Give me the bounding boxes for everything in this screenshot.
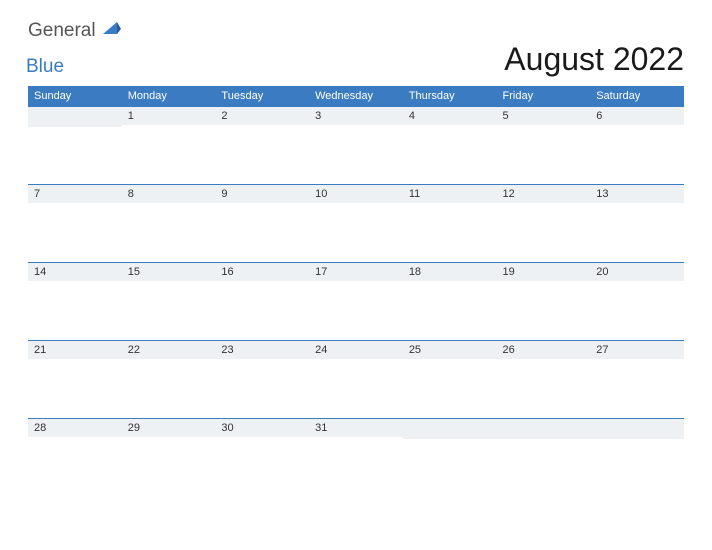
- date-cell: 20: [590, 263, 684, 341]
- date-cell: 15: [122, 263, 216, 341]
- date-cell: 3: [309, 107, 403, 185]
- weekday-header-row: Sunday Monday Tuesday Wednesday Thursday…: [28, 86, 684, 107]
- date-number: 15: [122, 263, 216, 281]
- date-number: [28, 107, 122, 127]
- date-number: 7: [28, 185, 122, 203]
- date-number: 17: [309, 263, 403, 281]
- date-number: 9: [215, 185, 309, 203]
- date-number: 31: [309, 419, 403, 437]
- date-cell: [403, 419, 497, 497]
- date-cell: 12: [497, 185, 591, 263]
- date-number: 23: [215, 341, 309, 359]
- date-number: 12: [497, 185, 591, 203]
- brand-word-1: General: [28, 20, 96, 41]
- date-number: 27: [590, 341, 684, 359]
- header: General Blue August 2022: [28, 28, 684, 78]
- date-cell: 4: [403, 107, 497, 185]
- weekday-header: Sunday: [28, 86, 122, 107]
- date-number: 19: [497, 263, 591, 281]
- date-cell: 16: [215, 263, 309, 341]
- date-number: 16: [215, 263, 309, 281]
- date-number: 13: [590, 185, 684, 203]
- date-number: 6: [590, 107, 684, 125]
- date-number: 30: [215, 419, 309, 437]
- date-cell: [497, 419, 591, 497]
- date-cell: 23: [215, 341, 309, 419]
- date-cell: 28: [28, 419, 122, 497]
- date-number: 21: [28, 341, 122, 359]
- date-number: [497, 419, 591, 439]
- calendar-week-row: 1 2 3 4 5 6: [28, 107, 684, 185]
- date-number: 3: [309, 107, 403, 125]
- date-cell: 17: [309, 263, 403, 341]
- date-number: 11: [403, 185, 497, 203]
- date-number: [590, 419, 684, 439]
- calendar-week-row: 14 15 16 17 18 19 20: [28, 263, 684, 341]
- date-cell: 21: [28, 341, 122, 419]
- date-number: 26: [497, 341, 591, 359]
- date-cell: 10: [309, 185, 403, 263]
- weekday-header: Monday: [122, 86, 216, 107]
- date-number: 22: [122, 341, 216, 359]
- weekday-header: Friday: [497, 86, 591, 107]
- brand-logo: General Blue: [28, 20, 121, 78]
- date-cell: 2: [215, 107, 309, 185]
- date-number: 20: [590, 263, 684, 281]
- date-cell: 8: [122, 185, 216, 263]
- date-number: 10: [309, 185, 403, 203]
- weekday-header: Tuesday: [215, 86, 309, 107]
- date-cell: [590, 419, 684, 497]
- brand-word-2: Blue: [26, 56, 121, 78]
- date-cell: 7: [28, 185, 122, 263]
- logo-triangle-icon: [103, 22, 121, 41]
- date-cell: 11: [403, 185, 497, 263]
- date-number: 4: [403, 107, 497, 125]
- date-cell: 29: [122, 419, 216, 497]
- date-cell: 18: [403, 263, 497, 341]
- date-cell: 9: [215, 185, 309, 263]
- weekday-header: Thursday: [403, 86, 497, 107]
- calendar-week-row: 7 8 9 10 11 12 13: [28, 185, 684, 263]
- date-cell: 26: [497, 341, 591, 419]
- date-cell: 5: [497, 107, 591, 185]
- date-number: [403, 419, 497, 439]
- date-cell: 1: [122, 107, 216, 185]
- date-number: 8: [122, 185, 216, 203]
- date-number: 1: [122, 107, 216, 125]
- weekday-header: Saturday: [590, 86, 684, 107]
- calendar-week-row: 28 29 30 31: [28, 419, 684, 497]
- date-number: 24: [309, 341, 403, 359]
- date-number: 25: [403, 341, 497, 359]
- calendar-body: 1 2 3 4 5 6 7 8 9 10 11 12 13 14 15 16 1…: [28, 107, 684, 497]
- date-cell: 14: [28, 263, 122, 341]
- calendar-grid: Sunday Monday Tuesday Wednesday Thursday…: [28, 86, 684, 497]
- date-cell: 13: [590, 185, 684, 263]
- date-cell: 27: [590, 341, 684, 419]
- date-number: 18: [403, 263, 497, 281]
- date-number: 14: [28, 263, 122, 281]
- date-number: 5: [497, 107, 591, 125]
- date-cell: [28, 107, 122, 185]
- date-cell: 30: [215, 419, 309, 497]
- date-cell: 24: [309, 341, 403, 419]
- date-number: 2: [215, 107, 309, 125]
- date-cell: 31: [309, 419, 403, 497]
- calendar-title: August 2022: [504, 41, 684, 78]
- weekday-header: Wednesday: [309, 86, 403, 107]
- date-cell: 22: [122, 341, 216, 419]
- date-number: 28: [28, 419, 122, 437]
- date-number: 29: [122, 419, 216, 437]
- date-cell: 19: [497, 263, 591, 341]
- date-cell: 6: [590, 107, 684, 185]
- date-cell: 25: [403, 341, 497, 419]
- calendar-week-row: 21 22 23 24 25 26 27: [28, 341, 684, 419]
